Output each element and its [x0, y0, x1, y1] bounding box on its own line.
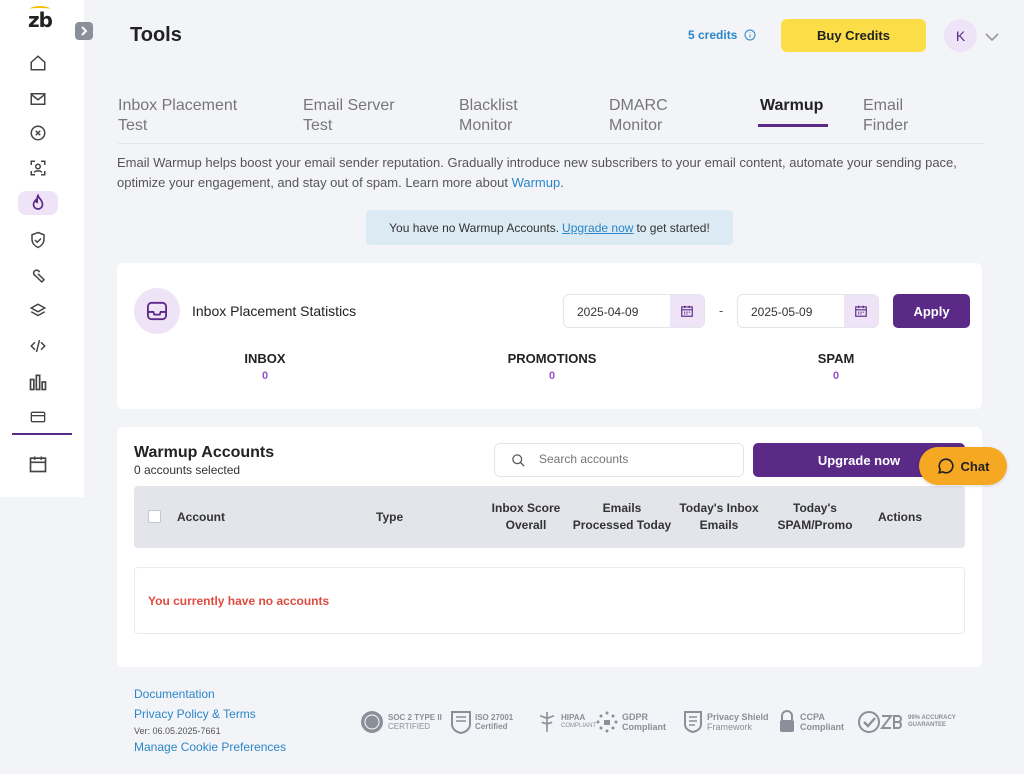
flame-icon[interactable]	[18, 191, 58, 215]
tab-email-finder[interactable]: Email Finder	[863, 96, 908, 136]
buy-credits-button[interactable]: Buy Credits	[781, 19, 926, 52]
gdpr-badge: GDPR Compliant	[596, 708, 666, 736]
search-input[interactable]	[539, 452, 729, 466]
calendar-icon[interactable]	[18, 452, 58, 476]
caduceus-icon	[539, 712, 555, 732]
layers-icon[interactable]	[18, 299, 58, 323]
stat-spam: SPAM 0	[817, 351, 855, 382]
logo[interactable]: zb	[28, 8, 53, 32]
ccpa-badge: CCPA Compliant	[778, 708, 844, 736]
col-todays-inbox[interactable]: Today's Inbox Emails	[674, 500, 764, 534]
x-circle-icon[interactable]	[18, 121, 58, 145]
stat-promotions: PROMOTIONS 0	[507, 351, 597, 382]
chevron-down-icon[interactable]	[985, 29, 999, 47]
tool-tabs: Inbox Placement Test Email Server Test Bla…	[118, 96, 984, 144]
select-all-checkbox[interactable]	[148, 510, 161, 523]
tab-warmup[interactable]: Warmup	[760, 96, 823, 116]
tab-dmarc-monitor[interactable]: DMARC Monitor	[609, 96, 668, 136]
version-text: Ver: 06.05.2025-7661	[134, 726, 221, 736]
active-tab-indicator	[758, 124, 828, 127]
empty-message: You currently have no accounts	[148, 594, 330, 608]
accounts-selected-count: 0 accounts selected	[134, 463, 241, 477]
date-from-field[interactable]: 2025-04-09	[563, 294, 705, 328]
chat-button[interactable]: Chat	[919, 447, 1007, 485]
calendar-icon[interactable]	[844, 295, 878, 327]
soc2-seal-icon	[361, 711, 383, 733]
warmup-accounts-title: Warmup Accounts	[134, 444, 275, 461]
zb-check-logo-icon	[858, 711, 902, 733]
bar-chart-icon[interactable]	[18, 370, 58, 394]
chat-bubble-icon	[937, 458, 954, 474]
page-title: Tools	[130, 24, 182, 46]
col-todays-spam[interactable]: Today's SPAM/Promo	[770, 500, 860, 534]
shield-icon	[684, 711, 702, 734]
avatar[interactable]: K	[944, 19, 977, 52]
inbox-placement-stats-card: Inbox Placement Statistics 2025-04-09 - …	[117, 263, 982, 409]
warmup-learn-more-link[interactable]: Warmup	[512, 175, 561, 190]
stat-inbox: INBOX 0	[244, 351, 286, 382]
date-separator: -	[719, 303, 724, 318]
calendar-icon[interactable]	[670, 295, 704, 327]
sidebar: zb	[0, 0, 84, 497]
col-actions: Actions	[878, 510, 923, 524]
code-icon[interactable]	[18, 334, 58, 358]
credit-card-icon[interactable]	[18, 405, 58, 429]
contact-scan-icon[interactable]	[18, 156, 58, 180]
privacy-policy-link[interactable]: Privacy Policy & Terms	[134, 707, 256, 721]
zb-guarantee-badge: 99% ACCURACY GUARANTEE	[858, 708, 956, 736]
search-icon	[511, 453, 526, 473]
documentation-link[interactable]: Documentation	[134, 687, 215, 701]
credits-count[interactable]: 5 credits	[688, 28, 737, 42]
iso-shield-icon	[451, 711, 471, 734]
soc2-badge: SOC 2 TYPE II CERTIFIED	[360, 708, 442, 736]
chevron-right-icon	[81, 26, 88, 36]
no-accounts-notice: You have no Warmup Accounts. Upgrade now…	[366, 210, 733, 245]
col-emails-processed[interactable]: Emails Processed Today	[572, 500, 672, 534]
col-inbox-score[interactable]: Inbox Score Overall	[486, 500, 566, 534]
cookie-preferences-link[interactable]: Manage Cookie Preferences	[134, 740, 286, 754]
warmup-accounts-card: Warmup Accounts 0 accounts selected Upgr…	[117, 427, 982, 667]
nav-separator	[12, 433, 72, 435]
eu-stars-icon	[596, 711, 618, 733]
stats-title: Inbox Placement Statistics	[192, 303, 357, 319]
tab-blacklist-monitor[interactable]: Blacklist Monitor	[459, 96, 518, 136]
home-icon[interactable]	[18, 51, 58, 75]
tab-inbox-placement-test[interactable]: Inbox Placement Test	[118, 96, 237, 136]
lock-icon	[780, 710, 794, 732]
sidebar-collapse-button[interactable]	[75, 22, 93, 40]
accounts-table-header: Account Type Inbox Score Overall Emails Pr…	[134, 486, 965, 548]
date-to-field[interactable]: 2025-05-09	[737, 294, 879, 328]
apply-button[interactable]: Apply	[893, 294, 970, 328]
shield-check-icon[interactable]	[18, 228, 58, 252]
tab-email-server-test[interactable]: Email Server Test	[303, 96, 395, 136]
envelope-icon[interactable]	[18, 87, 58, 111]
wrench-icon[interactable]	[18, 264, 58, 288]
info-icon[interactable]	[744, 28, 756, 46]
accounts-empty-state: You currently have no accounts	[134, 567, 965, 634]
col-account[interactable]: Account	[177, 509, 225, 526]
iso-badge: ISO 27001 Certified	[451, 708, 513, 736]
notice-upgrade-link[interactable]: Upgrade now	[562, 221, 633, 235]
inbox-tray-icon	[134, 288, 180, 334]
hipaa-badge: HIPAA COMPLIANT	[537, 708, 596, 736]
search-box[interactable]	[494, 443, 744, 477]
privacy-shield-badge: Privacy Shield Framework	[683, 708, 769, 736]
warmup-description: Email Warmup helps boost your email send…	[117, 155, 957, 190]
col-type[interactable]: Type	[376, 509, 403, 526]
